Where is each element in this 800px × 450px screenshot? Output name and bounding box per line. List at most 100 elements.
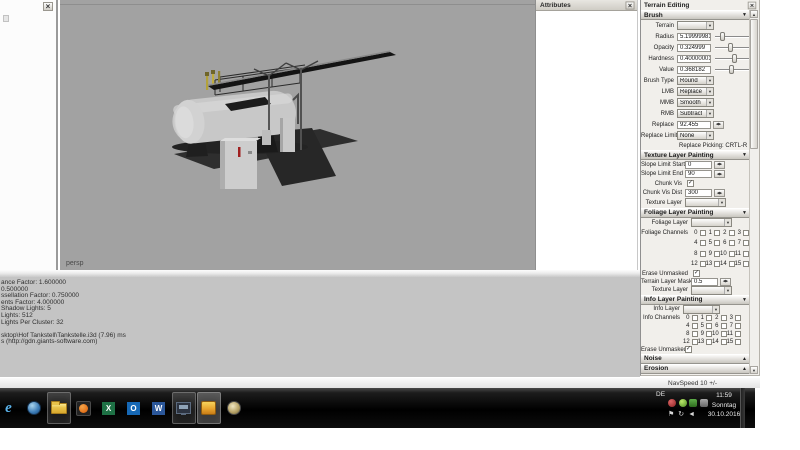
erosion-header-label: Erosion: [644, 365, 668, 372]
chunk-vis-dist-label: Chunk Vis Dist: [641, 190, 685, 196]
channel-number: 1: [701, 315, 704, 321]
terrain-layer-mask-input[interactable]: 0.5: [691, 278, 718, 286]
monitor-app-icon[interactable]: [172, 392, 196, 424]
log-console: ance Factor: 1.6000000.500000ssellation …: [0, 277, 640, 377]
globe-icon[interactable]: [22, 392, 46, 424]
info-channel-7-checkbox[interactable]: [735, 323, 741, 329]
channel-number: 8: [686, 331, 689, 337]
foliage-layer-dropdown[interactable]: ▼: [691, 218, 732, 227]
info-channel-pair: 15: [727, 338, 742, 346]
foliage-erase-unmasked-checkbox[interactable]: ✓: [693, 270, 700, 277]
slope-limit-end-input[interactable]: 90: [685, 170, 712, 178]
hardness-slider[interactable]: [715, 54, 751, 63]
close-icon[interactable]: ×: [748, 1, 757, 9]
volume-icon[interactable]: ◄: [688, 411, 695, 419]
excel-icon[interactable]: X: [97, 392, 121, 424]
log-line: ssellation Factor: 0.750000: [1, 293, 640, 300]
section-header-noise[interactable]: Noise ▲: [641, 354, 751, 364]
monitor-app-icon: [176, 402, 191, 414]
mmb-dropdown[interactable]: Smooth ▼: [677, 98, 714, 107]
info-channel-3-checkbox[interactable]: [735, 315, 741, 321]
brush-type-dropdown[interactable]: Round ▼: [677, 76, 714, 85]
field-hardness: Hardness 0.40000001: [641, 53, 751, 64]
replace-input[interactable]: 92.455: [677, 121, 711, 129]
opacity-input[interactable]: 0.324999: [677, 44, 711, 52]
clock-date: 30.10.2016: [703, 410, 745, 420]
section-header-foliage-layer-painting[interactable]: Foliage Layer Painting ▼: [641, 208, 751, 218]
language-indicator[interactable]: DE: [656, 391, 665, 398]
slope-limit-end-stepper[interactable]: ◀▶: [714, 170, 725, 178]
opacity-slider[interactable]: [715, 43, 751, 52]
field-foliage-channels: Foliage Channels 0123456789101112131415: [641, 228, 751, 270]
foliage-texture-layer-dropdown[interactable]: ▼: [691, 286, 732, 295]
terrain-dropdown[interactable]: ▼: [677, 21, 714, 30]
attributes-titlebar: Attributes ×: [536, 0, 637, 11]
info-channel-pair: 13: [698, 338, 713, 346]
chunk-vis-checkbox[interactable]: ✓: [687, 180, 694, 187]
radius-slider[interactable]: [715, 32, 751, 41]
texture-layer-dropdown[interactable]: ▼: [685, 198, 726, 207]
field-info-erase-unmasked: Erase Unmasked ✓: [641, 346, 751, 354]
info-channel-15-checkbox[interactable]: [735, 339, 741, 345]
chunk-vis-dist-stepper[interactable]: ◀▶: [714, 189, 725, 197]
sync-icon[interactable]: ↻: [678, 411, 684, 419]
media-player-icon[interactable]: [72, 392, 96, 424]
rmb-dropdown[interactable]: Subtract ▼: [677, 109, 714, 118]
viewport-3d[interactable]: persp: [60, 0, 535, 270]
foliage-channel-pair: 3: [735, 228, 750, 239]
splitter-handle[interactable]: [0, 270, 640, 277]
log-line: s (http://gdn.giants-software.com): [1, 339, 640, 346]
taskbar-clock[interactable]: 11:59 Sonntag 30.10.2016: [703, 391, 745, 420]
tray-status-chip-icon[interactable]: [689, 399, 697, 407]
tray-status-red-icon[interactable]: [668, 399, 676, 407]
section-header-info-layer-painting[interactable]: Info Layer Painting ▼: [641, 295, 751, 305]
radius-input[interactable]: 5.19999981: [677, 33, 711, 41]
channel-number: 9: [709, 251, 712, 257]
value-input[interactable]: 0.368182: [677, 66, 711, 74]
word-icon[interactable]: W: [147, 392, 171, 424]
internet-explorer-icon[interactable]: e: [0, 392, 21, 424]
giants-editor-screen: ×: [0, 0, 800, 450]
info-channel-pair: 2: [712, 314, 727, 322]
panel-scrollbar[interactable]: ▲ ▼: [749, 10, 758, 374]
lmb-dropdown[interactable]: Replace ▼: [677, 87, 714, 96]
field-mmb: MMB Smooth ▼: [641, 97, 751, 108]
system-tray: DE ⚑ ↻ ◄ 11:59 Sonntag 30.10.2016: [650, 388, 745, 428]
compass-game-icon[interactable]: [222, 392, 246, 424]
info-erase-unmasked-checkbox[interactable]: ✓: [685, 346, 692, 353]
scrollbar-thumb[interactable]: [750, 19, 758, 149]
flag-icon[interactable]: ⚑: [668, 411, 674, 419]
terrain-editing-panel: Terrain Editing × Brush ▼ Terrain ▼ Radi…: [640, 0, 760, 376]
info-channel-pair: 9: [698, 330, 713, 338]
info-layer-dropdown[interactable]: ▼: [683, 305, 720, 314]
field-slope-limit-end: Slope Limit End 90 ◀▶: [641, 170, 751, 180]
chevron-down-icon: ▼: [712, 306, 719, 313]
section-header-texture-layer-painting[interactable]: Texture Layer Painting ▼: [641, 150, 751, 160]
show-desktop-button[interactable]: [740, 388, 745, 428]
hardness-input[interactable]: 0.40000001: [677, 55, 711, 63]
radius-label: Radius: [641, 34, 677, 40]
brush-header-label: Brush: [644, 12, 663, 19]
foliage-channel-pair: 13: [706, 259, 721, 270]
replace-limit-dropdown[interactable]: None ▼: [677, 131, 714, 140]
field-foliage-erase-unmasked: Erase Unmasked ✓: [641, 270, 751, 278]
close-icon[interactable]: ×: [626, 1, 635, 9]
value-slider[interactable]: [715, 65, 751, 74]
field-value: Value 0.368182: [641, 64, 751, 75]
channel-number: 13: [698, 339, 705, 345]
slope-limit-start-stepper[interactable]: ◀▶: [714, 161, 725, 169]
info-channel-11-checkbox[interactable]: [735, 331, 741, 337]
scroll-down-icon[interactable]: ▼: [750, 366, 758, 374]
folder-explorer-icon[interactable]: [47, 392, 71, 424]
outlook-icon[interactable]: O: [122, 392, 146, 424]
close-icon[interactable]: ×: [43, 2, 53, 11]
slope-limit-start-input[interactable]: 0: [685, 161, 712, 169]
replace-stepper[interactable]: ◀▶: [713, 121, 724, 129]
scroll-up-icon[interactable]: ▲: [750, 10, 758, 18]
terrain-layer-mask-stepper[interactable]: ◀▶: [720, 278, 731, 286]
chunk-vis-dist-input[interactable]: 300: [685, 189, 712, 197]
tray-status-green-icon[interactable]: [679, 399, 687, 407]
section-header-erosion[interactable]: Erosion ▲: [641, 364, 751, 374]
section-header-brush[interactable]: Brush ▼: [641, 10, 751, 20]
giants-editor-icon[interactable]: [197, 392, 221, 424]
